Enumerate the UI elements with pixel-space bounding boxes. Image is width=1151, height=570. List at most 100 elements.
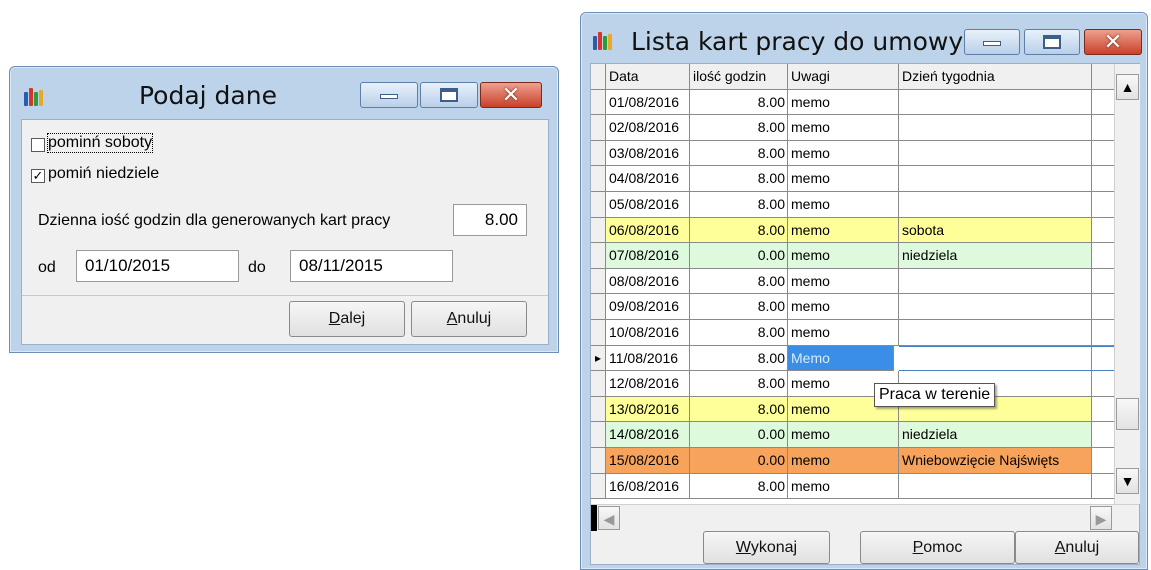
close-button[interactable]: ✕ bbox=[1084, 29, 1142, 55]
notes-cell[interactable]: memo bbox=[788, 192, 899, 218]
column-header-hours[interactable]: ilość godzin bbox=[690, 64, 788, 90]
notes-cell[interactable]: memo bbox=[788, 422, 899, 448]
weekday-cell[interactable] bbox=[899, 320, 1092, 346]
column-header-notes[interactable]: Uwagi bbox=[788, 64, 899, 90]
weekday-cell[interactable] bbox=[899, 115, 1092, 141]
extra-cell[interactable] bbox=[1092, 371, 1114, 397]
weekday-cell[interactable]: niedziela bbox=[899, 243, 1092, 269]
maximize-button[interactable] bbox=[1024, 29, 1080, 55]
table-row[interactable]: 15/08/2016 0.00 memo Wniebowzięcie Najświęt… bbox=[591, 448, 1114, 474]
notes-cell[interactable]: memo bbox=[788, 217, 899, 244]
hours-cell[interactable]: 8.00 bbox=[690, 396, 788, 423]
date-cell[interactable]: 06/08/2016 bbox=[606, 217, 690, 244]
hours-cell[interactable]: 8.00 bbox=[690, 166, 788, 192]
weekday-cell[interactable] bbox=[899, 473, 1092, 500]
extra-cell[interactable] bbox=[1092, 115, 1114, 141]
column-header-date[interactable]: Data bbox=[606, 64, 690, 90]
weekday-cell[interactable] bbox=[899, 89, 1092, 116]
scroll-down-arrow-icon[interactable]: ▼ bbox=[1116, 468, 1139, 494]
date-cell[interactable]: 16/08/2016 bbox=[606, 473, 690, 500]
daily-hours-field[interactable]: 8.00 bbox=[453, 204, 527, 236]
extra-cell[interactable] bbox=[1092, 140, 1114, 167]
table-row[interactable]: 06/08/2016 8.00 memo sobota bbox=[591, 217, 1114, 244]
date-cell[interactable]: 04/08/2016 bbox=[606, 166, 690, 192]
notes-cell[interactable]: memo bbox=[788, 320, 899, 346]
scroll-up-arrow-icon[interactable]: ▲ bbox=[1116, 74, 1139, 100]
table-row[interactable]: 05/08/2016 8.00 memo bbox=[591, 192, 1114, 218]
hours-cell[interactable]: 8.00 bbox=[690, 115, 788, 141]
scroll-right-arrow-icon[interactable]: ▶ bbox=[1090, 506, 1112, 530]
date-cell[interactable]: 07/08/2016 bbox=[606, 243, 690, 269]
table-row[interactable]: ▸ 11/08/2016 8.00 Memo bbox=[591, 345, 1114, 372]
to-date-field[interactable]: 08/11/2015 bbox=[290, 250, 453, 282]
weekday-cell[interactable]: niedziela bbox=[899, 422, 1092, 448]
next-button[interactable]: Dalej bbox=[289, 301, 405, 337]
skip-saturdays-checkbox[interactable] bbox=[31, 138, 45, 152]
extra-cell[interactable] bbox=[1092, 448, 1114, 474]
notes-cell[interactable]: memo bbox=[788, 243, 899, 269]
date-cell[interactable]: 12/08/2016 bbox=[606, 371, 690, 397]
extra-cell[interactable] bbox=[1092, 396, 1114, 423]
table-row[interactable]: 16/08/2016 8.00 memo bbox=[591, 473, 1114, 500]
skip-sundays-label[interactable]: pomiń niedziele bbox=[48, 165, 159, 183]
weekday-cell[interactable] bbox=[899, 345, 1092, 372]
weekday-cell[interactable]: Wniebowzięcie Najświęts bbox=[899, 448, 1092, 474]
execute-button[interactable]: Wykonaj bbox=[703, 531, 830, 564]
extra-cell[interactable] bbox=[1092, 243, 1114, 269]
date-cell[interactable]: 13/08/2016 bbox=[606, 396, 690, 423]
extra-cell[interactable] bbox=[1092, 166, 1114, 192]
scrollbar-thumb[interactable] bbox=[1116, 398, 1139, 430]
date-cell[interactable]: 02/08/2016 bbox=[606, 115, 690, 141]
skip-saturdays-label[interactable]: pominń soboty bbox=[46, 133, 154, 153]
date-cell[interactable]: 09/08/2016 bbox=[606, 294, 690, 320]
table-row[interactable]: 03/08/2016 8.00 memo bbox=[591, 140, 1114, 167]
table-row[interactable]: 13/08/2016 8.00 memo bbox=[591, 396, 1114, 423]
notes-cell[interactable]: memo bbox=[788, 473, 899, 500]
table-row[interactable]: 09/08/2016 8.00 memo bbox=[591, 294, 1114, 320]
hours-cell[interactable]: 0.00 bbox=[690, 422, 788, 448]
weekday-cell[interactable] bbox=[899, 166, 1092, 192]
extra-cell[interactable] bbox=[1092, 473, 1114, 500]
date-cell[interactable]: 03/08/2016 bbox=[606, 140, 690, 167]
extra-cell[interactable] bbox=[1092, 294, 1114, 320]
hours-cell[interactable]: 8.00 bbox=[690, 345, 788, 372]
table-row[interactable]: 14/08/2016 0.00 memo niedziela bbox=[591, 422, 1114, 448]
table-row[interactable]: 12/08/2016 8.00 memo bbox=[591, 371, 1114, 397]
date-cell[interactable]: 08/08/2016 bbox=[606, 268, 690, 295]
hours-cell[interactable]: 8.00 bbox=[690, 320, 788, 346]
extra-cell[interactable] bbox=[1092, 192, 1114, 218]
weekday-cell[interactable] bbox=[899, 192, 1092, 218]
minimize-button[interactable] bbox=[360, 82, 418, 108]
notes-cell[interactable]: memo bbox=[788, 166, 899, 192]
date-cell[interactable]: 15/08/2016 bbox=[606, 448, 690, 474]
hours-cell[interactable]: 8.00 bbox=[690, 371, 788, 397]
weekday-cell[interactable] bbox=[899, 268, 1092, 295]
notes-cell[interactable]: memo bbox=[788, 140, 899, 167]
hours-cell[interactable]: 8.00 bbox=[690, 140, 788, 167]
date-cell[interactable]: 05/08/2016 bbox=[606, 192, 690, 218]
cancel-button[interactable]: Anuluj bbox=[411, 301, 527, 337]
notes-cell-editing[interactable]: Memo bbox=[788, 345, 894, 372]
extra-cell[interactable] bbox=[1092, 268, 1114, 295]
cancel-button[interactable]: Anuluj bbox=[1015, 531, 1139, 564]
scroll-left-arrow-icon[interactable]: ◀ bbox=[598, 506, 620, 530]
notes-cell[interactable]: memo bbox=[788, 89, 899, 116]
table-row[interactable]: 01/08/2016 8.00 memo bbox=[591, 89, 1114, 116]
notes-cell[interactable]: memo bbox=[788, 115, 899, 141]
maximize-button[interactable] bbox=[420, 82, 478, 108]
extra-cell[interactable] bbox=[1092, 422, 1114, 448]
skip-sundays-checkbox[interactable]: ✓ bbox=[31, 169, 45, 183]
weekday-cell[interactable]: sobota bbox=[899, 217, 1092, 244]
hours-cell[interactable]: 0.00 bbox=[690, 448, 788, 474]
weekday-cell[interactable] bbox=[899, 140, 1092, 167]
hours-cell[interactable]: 0.00 bbox=[690, 243, 788, 269]
date-cell[interactable]: 10/08/2016 bbox=[606, 320, 690, 346]
extra-cell[interactable] bbox=[1092, 217, 1114, 244]
hours-cell[interactable]: 8.00 bbox=[690, 473, 788, 500]
hours-cell[interactable]: 8.00 bbox=[690, 89, 788, 116]
notes-cell[interactable]: memo bbox=[788, 268, 899, 295]
hours-cell[interactable]: 8.00 bbox=[690, 268, 788, 295]
horizontal-scrollbar[interactable]: ◀ ▶ bbox=[591, 504, 1139, 531]
table-row[interactable]: 04/08/2016 8.00 memo bbox=[591, 166, 1114, 192]
column-header-weekday[interactable]: Dzień tygodnia bbox=[899, 64, 1092, 90]
